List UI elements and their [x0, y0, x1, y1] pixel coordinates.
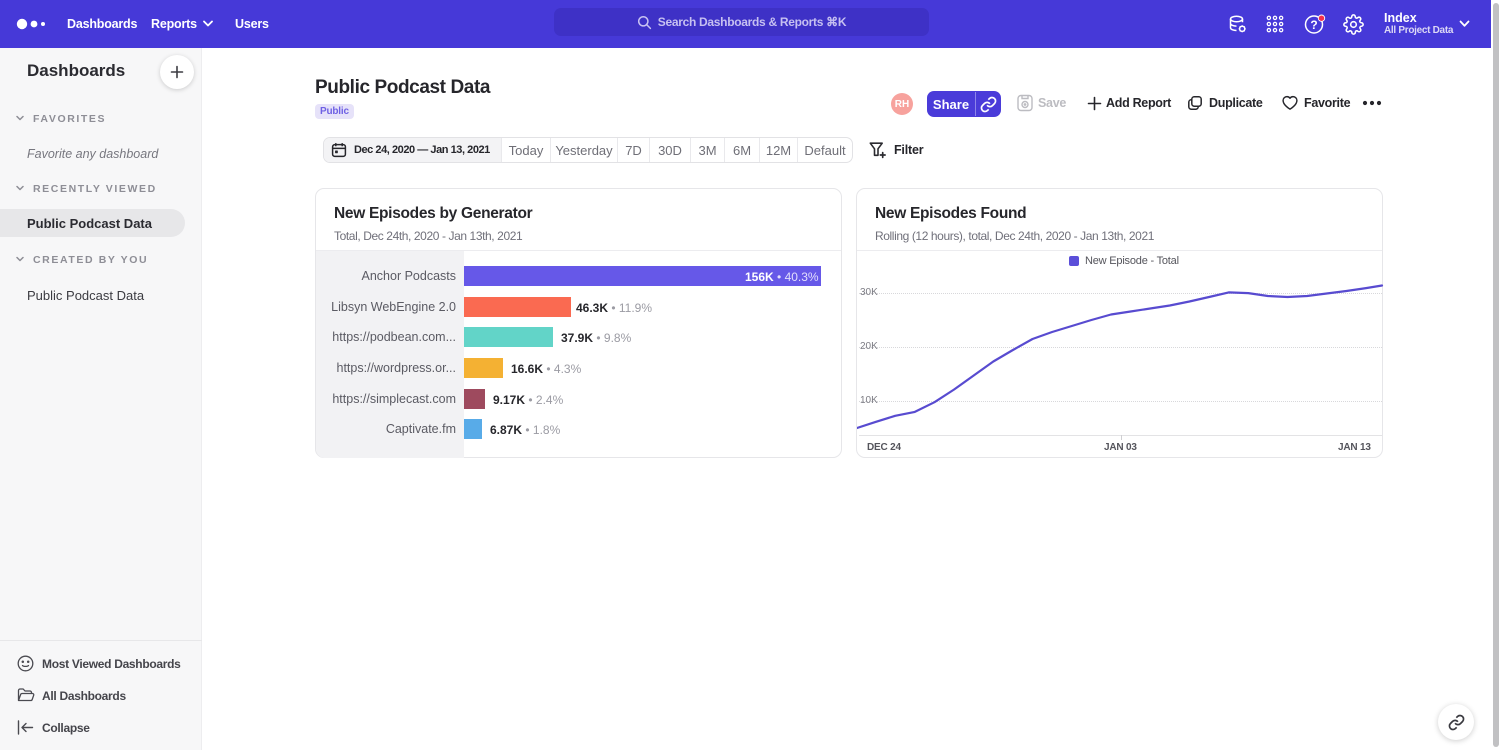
svg-text:?: ?	[1310, 18, 1317, 32]
